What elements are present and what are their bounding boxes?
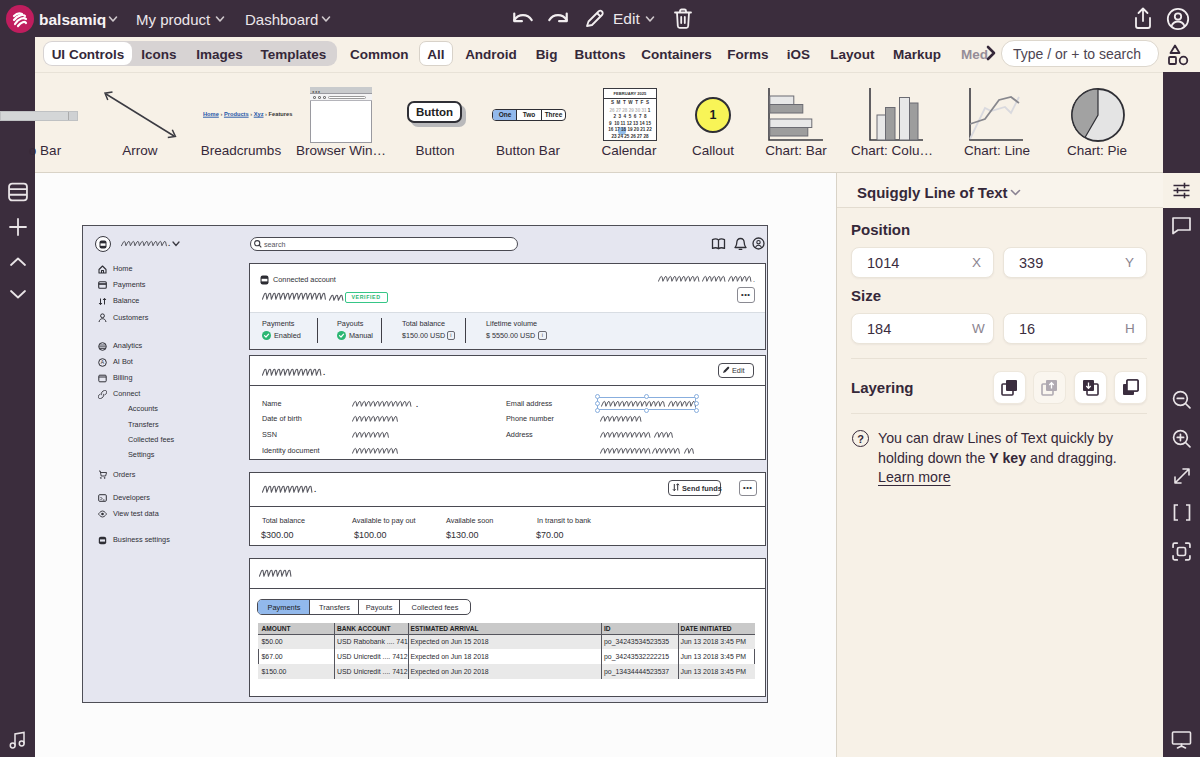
svg-text:A: A (101, 359, 105, 365)
